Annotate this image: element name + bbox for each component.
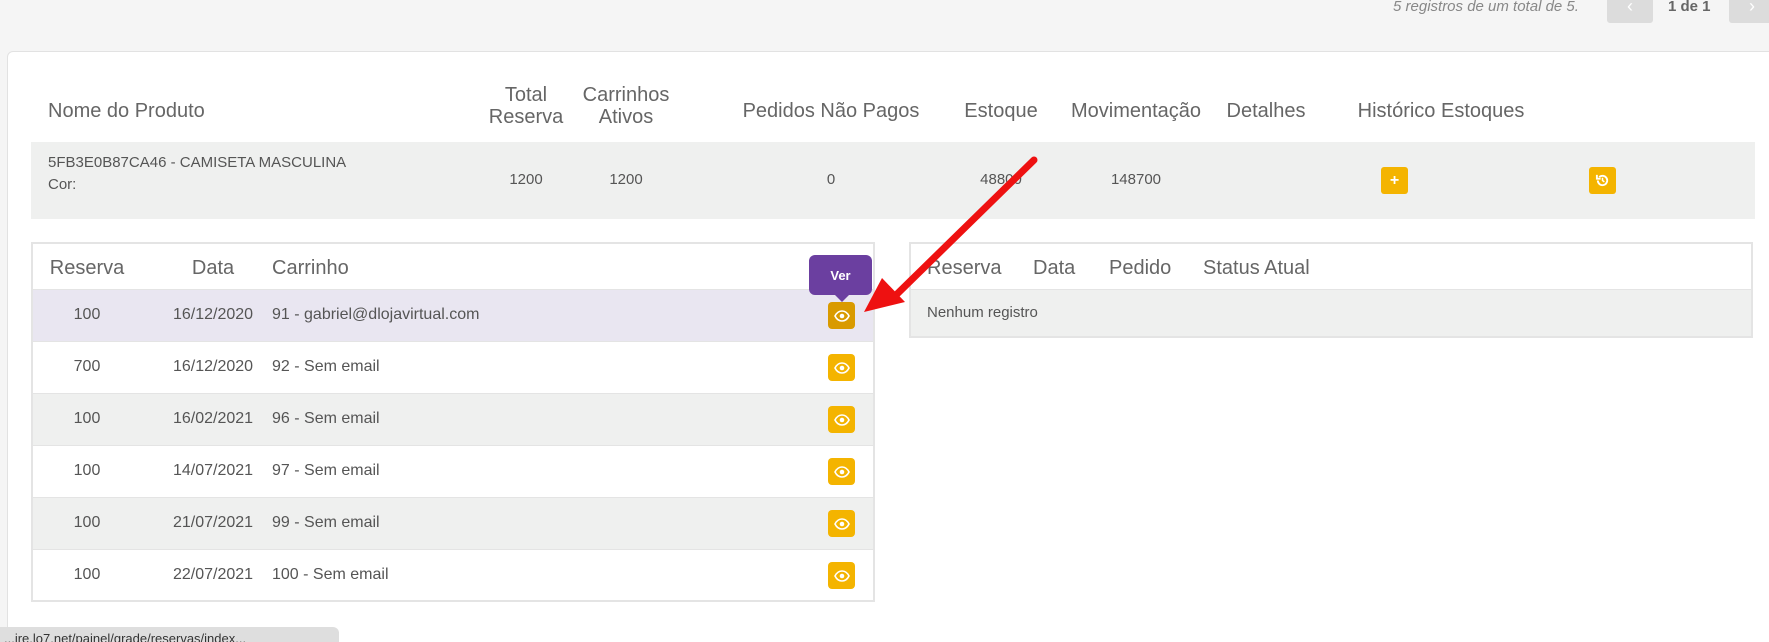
header-historico-estoques: Histórico Estoques	[1357, 100, 1525, 122]
row-data: 21/07/2021	[172, 514, 254, 531]
product-total-reserva: 1200	[509, 171, 543, 188]
table-row: 100 21/07/2021 99 - Sem email	[33, 497, 873, 549]
row-reserva: 100	[73, 410, 101, 427]
ver-button[interactable]	[828, 354, 855, 381]
history-icon	[1595, 174, 1609, 187]
row-reserva: 100	[73, 462, 101, 479]
table-row: 700 16/12/2020 92 - Sem email	[33, 341, 873, 393]
product-table-header: Nome do Produto Total Reserva Carrinhos …	[31, 84, 1755, 144]
ver-button[interactable]	[828, 302, 855, 329]
eye-icon	[833, 361, 850, 374]
eye-icon	[833, 309, 850, 322]
header-data: Data	[1033, 257, 1076, 279]
row-data: 16/12/2020	[172, 306, 254, 323]
ver-button[interactable]	[828, 406, 855, 433]
table-row: 100 22/07/2021 100 - Sem email	[33, 549, 873, 601]
row-carrinho: 91 - gabriel@dlojavirtual.com	[272, 306, 480, 323]
row-reserva: 100	[73, 514, 101, 531]
header-reserva: Reserva	[927, 257, 1002, 279]
row-carrinho: 92 - Sem email	[272, 358, 380, 375]
row-data: 16/12/2020	[172, 358, 254, 375]
row-carrinho: 99 - Sem email	[272, 514, 380, 531]
header-status-atual: Status Atual	[1203, 257, 1310, 279]
chevron-right-icon: ›	[1749, 0, 1755, 16]
empty-message: Nenhum registro	[927, 304, 1038, 321]
row-carrinho: 97 - Sem email	[272, 462, 380, 479]
row-carrinho: 96 - Sem email	[272, 410, 380, 427]
row-reserva: 100	[73, 566, 101, 583]
row-data: 16/02/2021	[172, 410, 254, 427]
eye-icon	[833, 413, 850, 426]
product-row: 5FB3E0B87CA46 - CAMISETA MASCULINA Cor: …	[31, 142, 1755, 219]
row-carrinho: 100 - Sem email	[272, 566, 389, 583]
table-row: 100 14/07/2021 97 - Sem email	[33, 445, 873, 497]
header-data: Data	[191, 257, 235, 279]
ver-button[interactable]	[828, 562, 855, 589]
pedidos-table-header: Reserva Data Pedido Status Atual	[911, 244, 1751, 289]
detalhes-button[interactable]: +	[1381, 167, 1408, 194]
historico-estoques-button[interactable]	[1589, 167, 1616, 194]
header-carrinhos-ativos: Carrinhos Ativos	[582, 84, 670, 128]
header-nome-produto: Nome do Produto	[48, 100, 205, 122]
header-detalhes: Detalhes	[1226, 100, 1306, 122]
reservas-table: Reserva Data Carrinho 100 16/12/2020 91 - …	[31, 242, 875, 602]
ver-tooltip: Ver	[809, 255, 872, 302]
eye-icon	[833, 465, 850, 478]
pager-info: 5 registros de um total de 5.	[1393, 0, 1579, 15]
empty-row: Nenhum registro	[911, 289, 1751, 336]
header-reserva: Reserva	[49, 257, 125, 279]
row-reserva: 100	[73, 306, 101, 323]
status-bar-url: ...ire.lo7.net/painel/grade/reservas/ind…	[0, 627, 339, 642]
eye-icon	[833, 569, 850, 582]
reservas-table-header: Reserva Data Carrinho	[33, 244, 873, 289]
header-pedidos-nao-pagos: Pedidos Não Pagos	[742, 100, 920, 122]
row-data: 22/07/2021	[172, 566, 254, 583]
table-row: 100 16/02/2021 96 - Sem email	[33, 393, 873, 445]
pager-page: 1 de 1	[1668, 0, 1711, 15]
product-pedidos: 0	[826, 171, 836, 188]
product-cor: Cor:	[48, 176, 77, 193]
pager-next-button[interactable]: ›	[1729, 0, 1769, 23]
pager-prev-button[interactable]: ‹	[1607, 0, 1653, 23]
product-name: 5FB3E0B87CA46 - CAMISETA MASCULINA	[48, 154, 347, 171]
table-row: 100 16/12/2020 91 - gabriel@dlojavirtual.c…	[33, 289, 873, 341]
row-reserva: 700	[73, 358, 101, 375]
product-estoque: 48800	[980, 171, 1022, 188]
header-pedido: Pedido	[1109, 257, 1172, 279]
plus-icon: +	[1389, 171, 1400, 189]
header-carrinho: Carrinho	[272, 257, 349, 279]
product-movimentacao: 148700	[1110, 171, 1162, 188]
product-carrinhos: 1200	[609, 171, 643, 188]
chevron-left-icon: ‹	[1627, 0, 1633, 16]
header-estoque: Estoque	[964, 100, 1038, 122]
ver-button[interactable]	[828, 458, 855, 485]
pedidos-table: Reserva Data Pedido Status Atual Nenhum …	[909, 242, 1753, 338]
ver-button[interactable]	[828, 510, 855, 537]
header-total-reserva: Total Reserva	[488, 84, 564, 128]
row-data: 14/07/2021	[172, 462, 254, 479]
header-movimentacao: Movimentação	[1070, 100, 1202, 122]
eye-icon	[833, 517, 850, 530]
